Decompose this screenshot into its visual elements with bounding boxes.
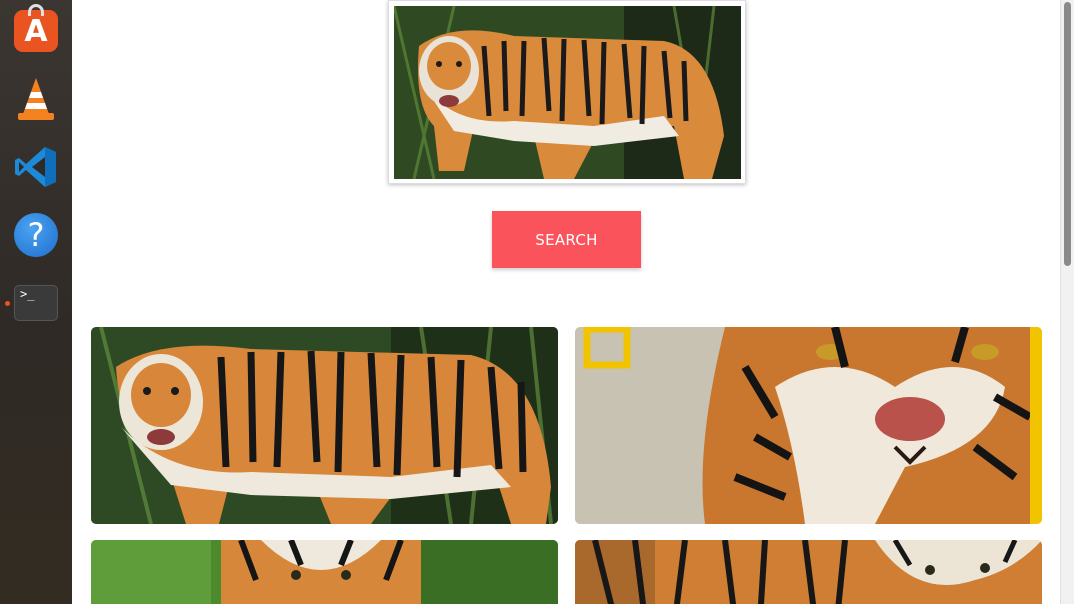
uploaded-image-preview: [388, 0, 746, 184]
running-indicator: [5, 301, 10, 306]
help-icon: ?: [14, 213, 58, 257]
page-content: SEARCH: [72, 0, 1060, 604]
dock-item-software[interactable]: A: [13, 4, 59, 54]
result-image-4[interactable]: [575, 540, 1042, 604]
dock-item-vlc[interactable]: [13, 76, 59, 122]
app-store-icon: A: [14, 4, 58, 52]
scrollbar-thumb[interactable]: [1064, 2, 1071, 266]
vlc-cone-icon: [18, 78, 54, 120]
terminal-icon: >_: [14, 285, 58, 321]
dock-item-help[interactable]: ?: [13, 212, 59, 258]
dock-item-vscode[interactable]: [13, 144, 59, 190]
result-image-1[interactable]: [91, 327, 558, 524]
vscode-icon: [15, 147, 56, 187]
result-image-2[interactable]: [575, 327, 1042, 524]
result-image-3[interactable]: [91, 540, 558, 604]
page-scrollbar[interactable]: [1060, 0, 1074, 604]
preview-image: [394, 6, 741, 179]
search-button[interactable]: SEARCH: [492, 211, 641, 268]
dock: A ? >_: [0, 0, 72, 604]
dock-item-terminal[interactable]: >_: [13, 280, 59, 326]
